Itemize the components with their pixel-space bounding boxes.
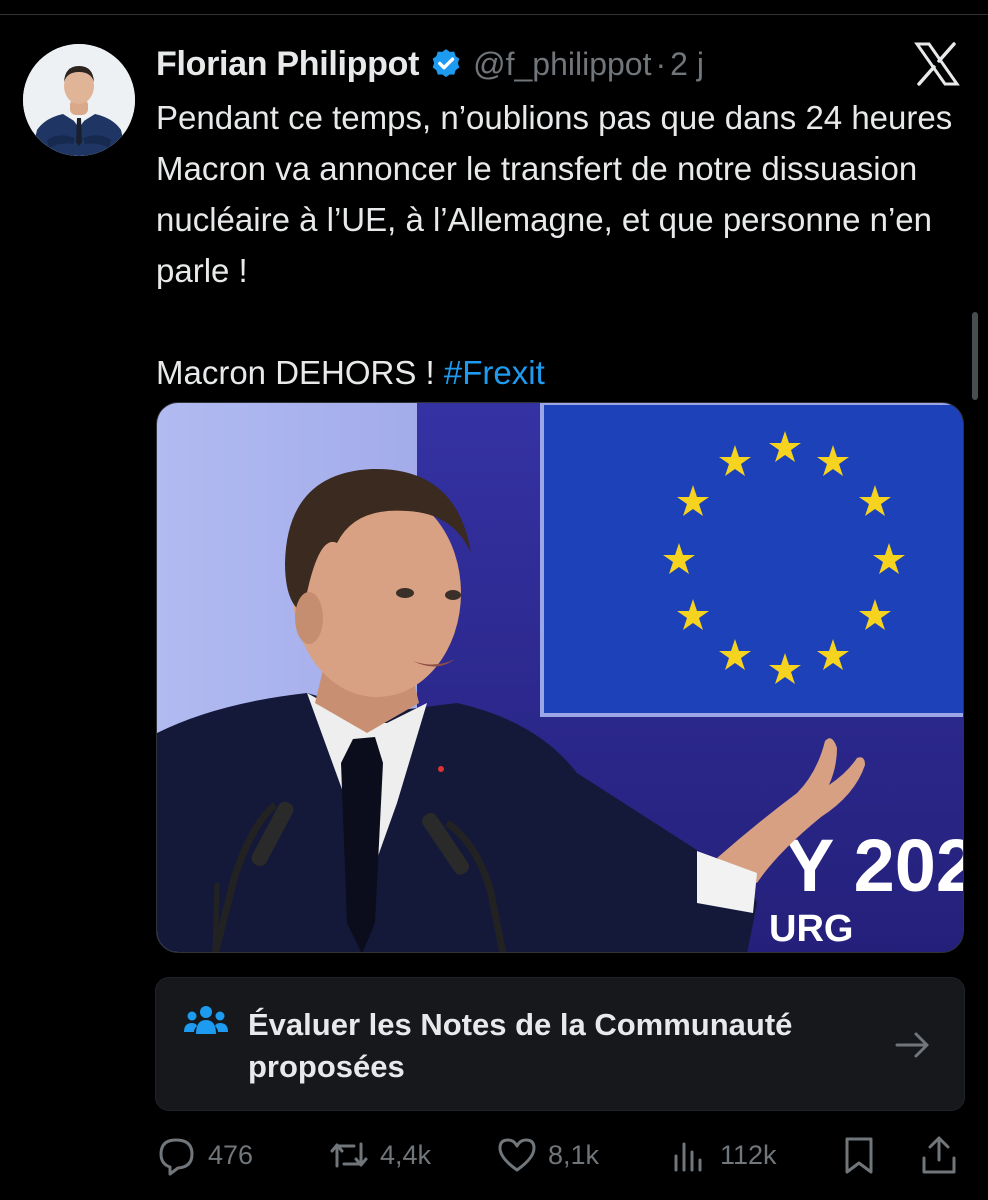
repost-icon — [330, 1142, 368, 1168]
avatar-image — [23, 44, 135, 156]
tweet-header: Florian Philippot @f_philippot · 2 j — [156, 40, 704, 88]
share-icon — [922, 1136, 956, 1174]
repost-button[interactable]: 4,4k — [328, 1130, 431, 1180]
people-icon — [184, 1006, 228, 1034]
reply-count: 476 — [208, 1139, 254, 1170]
reply-icon — [159, 1138, 194, 1176]
reply-button[interactable]: 476 — [156, 1130, 253, 1180]
tweet-text-span: Macron DEHORS ! — [156, 354, 444, 391]
share-button[interactable] — [918, 1130, 960, 1180]
hashtag-link[interactable]: #Frexit — [444, 354, 545, 391]
tweet-media-image[interactable]: Y 202 URG — [156, 402, 964, 953]
tweet-text: Pendant ce temps, n’oublions pas que dan… — [156, 92, 971, 398]
banner-subtext: URG — [769, 908, 853, 950]
x-logo-icon[interactable] — [914, 42, 960, 86]
author-handle[interactable]: @f_philippot — [473, 46, 651, 83]
media-photo: Y 202 URG — [157, 403, 964, 952]
views-button[interactable]: 112k — [668, 1130, 777, 1180]
author-avatar[interactable] — [23, 44, 135, 156]
community-notes-label: Évaluer les Notes de la Communauté propo… — [248, 1007, 793, 1084]
like-count: 8,1k — [548, 1139, 600, 1170]
verified-badge-icon[interactable] — [429, 47, 463, 81]
tweet-paragraph: Pendant ce temps, n’oublions pas que dan… — [156, 99, 953, 289]
community-notes-card[interactable]: Évaluer les Notes de la Communauté propo… — [155, 977, 965, 1111]
bookmark-icon — [845, 1137, 873, 1174]
views-count: 112k — [720, 1139, 777, 1170]
views-icon — [674, 1142, 702, 1172]
bookmark-button[interactable] — [838, 1130, 880, 1180]
repost-count: 4,4k — [380, 1139, 432, 1170]
top-divider — [0, 0, 988, 15]
scrollbar[interactable] — [972, 312, 978, 400]
separator-dot: · — [655, 45, 667, 82]
like-button[interactable]: 8,1k — [496, 1130, 599, 1180]
tweet-paragraph: Macron DEHORS ! #Frexit — [156, 347, 971, 398]
author-display-name[interactable]: Florian Philippot — [156, 45, 419, 84]
banner-text: Y 202 — [785, 824, 964, 907]
tweet-action-bar: 476 4,4k 8,1k 112k — [156, 1130, 964, 1180]
tweet-timestamp[interactable]: 2 j — [670, 46, 704, 83]
arrow-right-icon — [895, 1032, 929, 1058]
heart-icon — [498, 1138, 536, 1172]
